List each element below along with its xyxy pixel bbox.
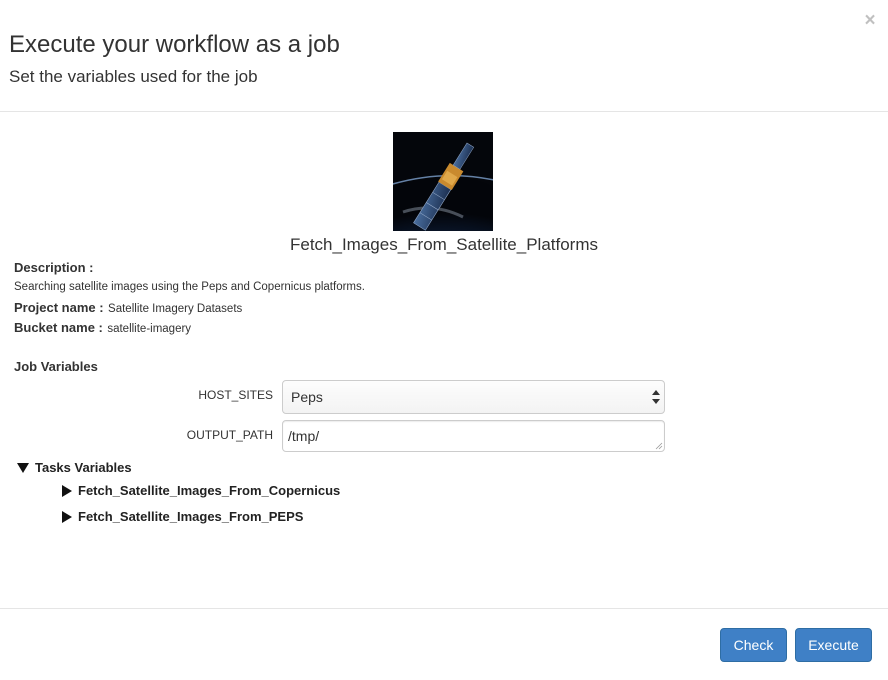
modal-header: Execute your workflow as a job Set the v… [0, 0, 888, 112]
tasks-variables-title: Tasks Variables [35, 460, 132, 475]
output-path-label: OUTPUT_PATH [186, 428, 273, 442]
host-sites-select[interactable]: Peps [282, 380, 665, 414]
workflow-thumbnail [393, 132, 493, 231]
output-path-value: /tmp/ [288, 428, 320, 444]
close-icon[interactable]: × [863, 11, 877, 30]
footer-divider [0, 608, 888, 609]
task-item[interactable]: Fetch_Satellite_Images_From_PEPS [62, 509, 303, 524]
host-sites-value: Peps [291, 389, 323, 405]
workflow-name: Fetch_Images_From_Satellite_Platforms [289, 235, 599, 254]
task-item-label: Fetch_Satellite_Images_From_Copernicus [78, 483, 341, 498]
bucket-value: satellite-imagery [107, 323, 192, 335]
project-value: Satellite Imagery Datasets [108, 303, 243, 315]
execute-button[interactable]: Execute [795, 628, 872, 662]
bucket-label: Bucket name : [14, 320, 103, 335]
modal-subtitle: Set the variables used for the job [9, 67, 258, 86]
bucket-line: Bucket name : satellite-imagery [14, 319, 191, 337]
tasks-variables-toggle[interactable]: Tasks Variables [17, 460, 132, 475]
host-sites-label: HOST_SITES [198, 388, 273, 402]
job-variables-title: Job Variables [14, 359, 98, 374]
task-item-label: Fetch_Satellite_Images_From_PEPS [78, 509, 304, 524]
description-text: Searching satellite images using the Pep… [14, 281, 365, 293]
project-line: Project name : Satellite Imagery Dataset… [14, 299, 242, 317]
triangle-right-icon [62, 484, 72, 497]
modal-title: Execute your workflow as a job [9, 31, 340, 58]
resize-grip-icon[interactable] [655, 442, 663, 450]
satellite-image-icon [393, 132, 493, 231]
select-arrows-icon [652, 390, 660, 404]
task-item[interactable]: Fetch_Satellite_Images_From_Copernicus [62, 483, 340, 498]
triangle-right-icon [62, 510, 72, 523]
project-label: Project name : [14, 300, 104, 315]
check-button[interactable]: Check [720, 628, 787, 662]
output-path-input[interactable]: /tmp/ [282, 420, 665, 452]
triangle-down-icon [17, 462, 29, 473]
description-label: Description : [14, 260, 94, 275]
